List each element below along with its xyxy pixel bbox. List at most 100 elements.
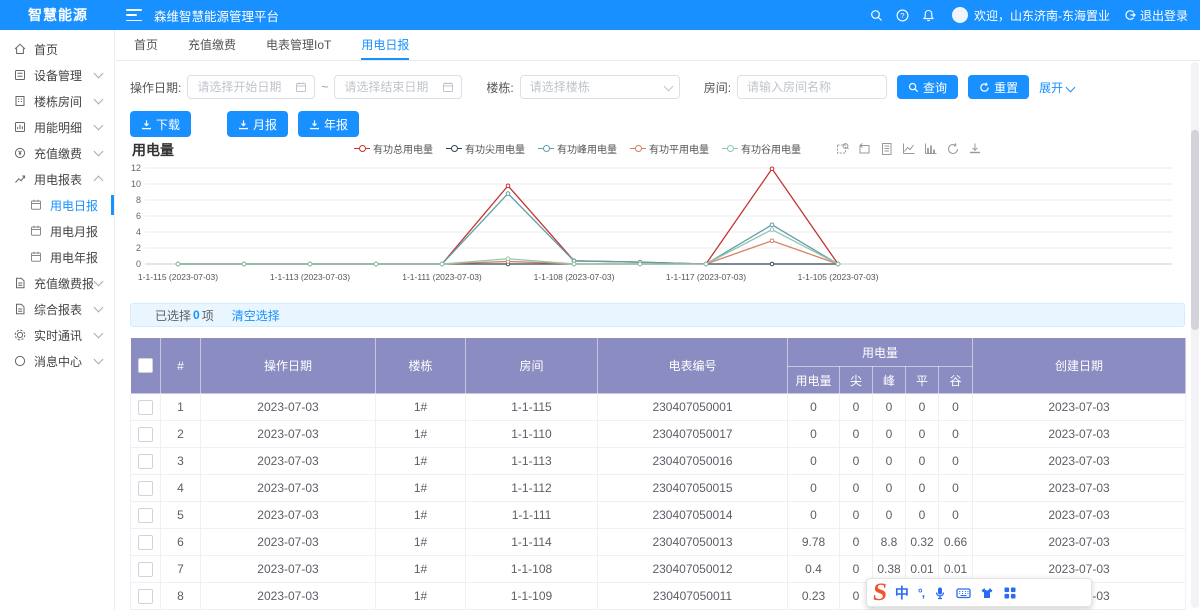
tab-0[interactable]: 首页 — [134, 30, 158, 60]
legend-item-2[interactable]: 有功峰用电量 — [538, 141, 617, 156]
row-checkbox[interactable] — [138, 481, 153, 496]
download-button[interactable]: 下载 — [130, 111, 191, 137]
collapse-menu-icon[interactable] — [126, 9, 142, 21]
download-label: 下载 — [156, 116, 180, 133]
start-date-input[interactable] — [187, 75, 315, 99]
chevron-down-icon — [94, 95, 104, 105]
yearly-report-button[interactable]: 年报 — [298, 111, 359, 137]
sidebar-item-0[interactable]: 首页 — [0, 36, 114, 62]
sidebar-item-3[interactable]: 用能明细 — [0, 114, 114, 140]
row-building: 1# — [376, 502, 466, 529]
svg-text:1-1-111 (2023-07-03): 1-1-111 (2023-07-03) — [402, 272, 482, 282]
punctuation-icon[interactable]: °, — [918, 586, 924, 600]
expand-link[interactable]: 展开 — [1039, 79, 1074, 96]
zoom-reset-icon[interactable] — [858, 142, 872, 159]
help-icon[interactable]: ? — [890, 0, 916, 30]
search-button[interactable]: 查询 — [897, 75, 958, 99]
select-all-checkbox[interactable] — [138, 358, 153, 373]
keyboard-icon[interactable] — [956, 586, 971, 600]
row-select-cell — [131, 448, 161, 475]
legend-item-1[interactable]: 有功尖用电量 — [446, 141, 525, 156]
chinese-mode-icon[interactable]: 中 — [895, 583, 909, 603]
legend-item-3[interactable]: 有功平用电量 — [630, 141, 709, 156]
sidebar-item-8[interactable]: 用电年报 — [0, 244, 114, 270]
start-date-field[interactable] — [195, 79, 295, 95]
zoom-box-icon[interactable] — [836, 142, 850, 159]
reset-button[interactable]: 重置 — [968, 75, 1029, 99]
sidebar-item-2[interactable]: 楼栋房间 — [0, 88, 114, 114]
bell-icon[interactable] — [916, 0, 942, 30]
bar-chart-icon[interactable] — [924, 142, 938, 159]
sidebar-item-10[interactable]: 综合报表 — [0, 296, 114, 322]
row-meter-no: 230407050013 — [598, 529, 788, 556]
table-row[interactable]: 42023-07-031#1-1-11223040705001500000202… — [131, 475, 1186, 502]
tab-2[interactable]: 电表管理IoT — [266, 30, 331, 60]
tab-1[interactable]: 充值缴费 — [188, 30, 236, 60]
toolbox-grid-icon[interactable] — [1003, 586, 1017, 600]
row-checkbox[interactable] — [138, 562, 153, 577]
sidebar-item-6[interactable]: 用电日报 — [0, 192, 114, 218]
row-building: 1# — [376, 394, 466, 421]
room-field[interactable] — [745, 79, 879, 95]
row-usage-gu: 0.66 — [939, 529, 973, 556]
chart-toolbox — [828, 142, 982, 159]
sidebar-item-11[interactable]: 实时通讯 — [0, 322, 114, 348]
row-usage-total: 0 — [788, 448, 840, 475]
end-date-input[interactable] — [334, 75, 462, 99]
scrollbar-track[interactable] — [1191, 62, 1199, 608]
svg-text:0: 0 — [136, 259, 141, 269]
building-select[interactable] — [520, 75, 680, 99]
sidebar-item-12[interactable]: 消息中心 — [0, 348, 114, 374]
row-usage-ping: 0 — [906, 502, 939, 529]
sidebar-item-5[interactable]: 用电报表 — [0, 166, 114, 192]
sidebar-item-1[interactable]: 设备管理 — [0, 62, 114, 88]
svg-text:8: 8 — [136, 195, 141, 205]
save-image-icon[interactable] — [968, 142, 982, 159]
tab-3[interactable]: 用电日报 — [361, 30, 409, 60]
table-row[interactable]: 62023-07-031#1-1-1142304070500139.7808.8… — [131, 529, 1186, 556]
row-usage-total: 0 — [788, 394, 840, 421]
row-checkbox[interactable] — [138, 400, 153, 415]
sidebar-item-4[interactable]: 充值缴费 — [0, 140, 114, 166]
table-row[interactable]: 52023-07-031#1-1-11123040705001400000202… — [131, 502, 1186, 529]
date-separator: ~ — [321, 80, 328, 94]
building-select-field[interactable] — [528, 79, 665, 95]
welcome-text: 欢迎，山东济南-东海置业 — [974, 7, 1110, 24]
row-checkbox[interactable] — [138, 427, 153, 442]
sidebar-item-label: 充值缴费报表 — [34, 275, 95, 292]
microphone-icon[interactable] — [933, 586, 947, 600]
row-checkbox[interactable] — [138, 508, 153, 523]
row-checkbox[interactable] — [138, 589, 153, 604]
room-input[interactable] — [737, 75, 887, 99]
row-checkbox[interactable] — [138, 535, 153, 550]
row-checkbox[interactable] — [138, 454, 153, 469]
end-date-field[interactable] — [342, 79, 442, 95]
skin-shirt-icon[interactable] — [980, 586, 994, 600]
row-meter-no: 230407050001 — [598, 394, 788, 421]
calendar-icon — [295, 81, 307, 93]
avatar[interactable] — [952, 7, 968, 23]
search-icon[interactable] — [864, 0, 890, 30]
scrollbar-thumb[interactable] — [1191, 130, 1199, 330]
table-row[interactable]: 32023-07-031#1-1-11323040705001600000202… — [131, 448, 1186, 475]
monthly-report-button[interactable]: 月报 — [227, 111, 288, 137]
calendar-icon — [29, 224, 43, 238]
restore-icon[interactable] — [946, 142, 960, 159]
chevron-down-icon — [1066, 82, 1076, 92]
legend-marker-icon — [446, 145, 462, 153]
line-chart-icon[interactable] — [902, 142, 916, 159]
data-view-icon[interactable] — [880, 142, 894, 159]
clear-selection-link[interactable]: 清空选择 — [232, 307, 280, 324]
legend-item-0[interactable]: 有功总用电量 — [354, 141, 433, 156]
table-row[interactable]: 12023-07-031#1-1-11523040705000100000202… — [131, 394, 1186, 421]
table-row[interactable]: 22023-07-031#1-1-11023040705001700000202… — [131, 421, 1186, 448]
sidebar-item-9[interactable]: 充值缴费报表 — [0, 270, 114, 296]
platform-title: 森维智慧能源管理平台 — [154, 6, 279, 25]
logout-button[interactable]: 退出登录 — [1124, 7, 1188, 24]
svg-text:10: 10 — [131, 179, 141, 189]
data-table: #操作日期楼栋房间电表编号用电量创建日期用电量尖峰平谷 12023-07-031… — [130, 337, 1186, 610]
sidebar-item-7[interactable]: 用电月报 — [0, 218, 114, 244]
legend-item-4[interactable]: 有功谷用电量 — [722, 141, 801, 156]
row-index: 3 — [161, 448, 201, 475]
sogou-logo[interactable]: S — [872, 580, 889, 605]
